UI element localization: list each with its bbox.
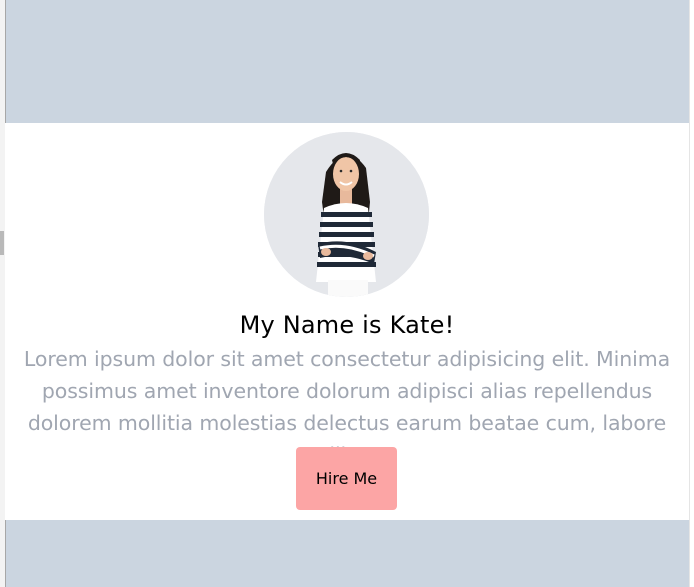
scrollbar-thumb[interactable] <box>0 231 4 255</box>
profile-avatar <box>264 132 429 297</box>
avatar-photo-icon <box>264 132 429 297</box>
profile-name-heading: My Name is Kate! <box>239 311 455 339</box>
profile-card: My Name is Kate! Lorem ipsum dolor sit a… <box>5 123 689 520</box>
window-right-border <box>689 0 694 587</box>
hire-me-button[interactable]: Hire Me <box>296 447 397 510</box>
